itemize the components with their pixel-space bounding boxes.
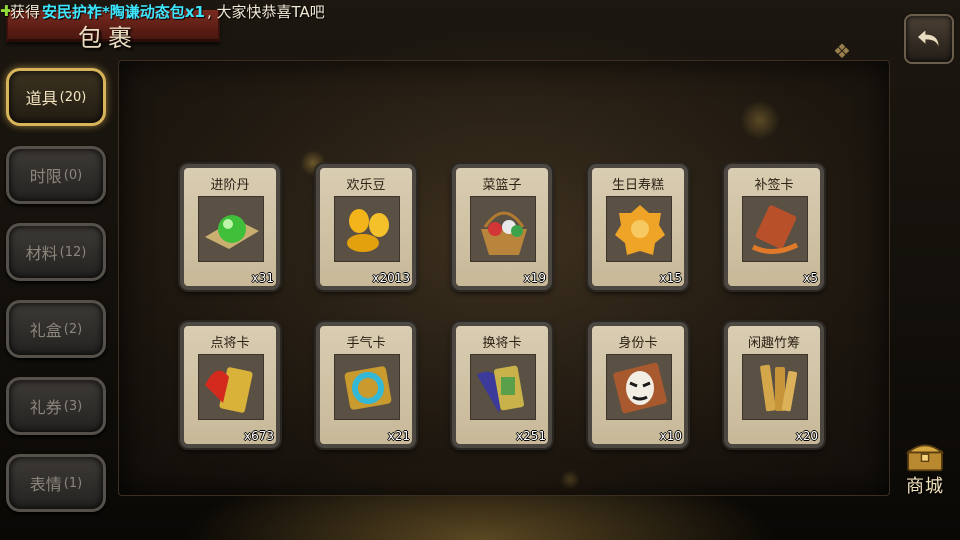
tab-timed[interactable]: 时限 (0) [6,146,106,204]
back-arrow-icon [916,27,940,50]
tab-gift-boxes[interactable]: 礼盒 (2) [6,300,106,358]
item-card-bamboo-tally[interactable]: 闲趣竹筹 x20 [724,322,824,448]
bamboo-tally-icon [742,354,808,420]
sign-in-card-icon [742,196,808,262]
item-quantity: x20 [795,429,818,443]
item-card-sign-in-card[interactable]: 补签卡 x5 [724,164,824,290]
item-card-birthday-cake[interactable]: 生日寿糕 x15 [588,164,688,290]
shop-label: 商城 [906,476,944,497]
tab-label: 材料 [25,244,58,263]
swap-general-card-icon [470,354,536,420]
item-card-swap-general[interactable]: 换将卡 x251 [452,322,552,448]
tab-label: 礼券 [29,398,62,417]
tab-emotes[interactable]: 表情 (1) [6,454,106,512]
item-card-general-pick[interactable]: 点将卡 x673 [180,322,280,448]
tab-count: (0) [63,167,83,183]
item-card-happy-beans[interactable]: 欢乐豆 x2013 [316,164,416,290]
item-quantity: x251 [515,429,546,443]
tab-label: 表情 [29,475,62,494]
tab-count: (1) [63,475,83,491]
item-name: 闲趣竹筹 [747,336,800,351]
tab-count: (3) [63,398,83,414]
broadcast-prefix: 获得 [10,2,41,21]
item-card-advance-pill[interactable]: 进阶丹 x31 [180,164,280,290]
vegetable-basket-icon [470,196,536,262]
tab-label: 时限 [29,167,62,186]
item-name: 换将卡 [482,336,522,351]
general-card-icon [198,354,264,420]
tab-count: (12) [59,244,87,260]
item-card-vegetable-basket[interactable]: 菜篮子 x19 [452,164,552,290]
item-quantity: x5 [803,271,818,285]
item-quantity: x21 [387,429,410,443]
treasure-chest-icon [905,444,945,472]
item-quantity: x2013 [372,271,410,285]
identity-mask-icon [606,354,672,420]
item-quantity: x15 [659,271,682,285]
tab-label: 礼盒 [29,321,62,340]
tab-props[interactable]: 道具 (20) [6,68,106,126]
item-name: 手气卡 [346,336,386,351]
tab-materials[interactable]: 材料 (12) [6,223,106,281]
item-name: 进阶丹 [210,178,250,193]
broadcast-bar: ✚ 获得 安民护祚*陶谦动态包x1 , 大家快恭喜TA吧 [0,0,900,22]
item-quantity: x19 [523,271,546,285]
broadcast-suffix: , 大家快恭喜TA吧 [206,2,325,21]
shop-button[interactable]: 商城 [896,440,954,498]
item-quantity: x10 [659,429,682,443]
broadcast-item-name: 安民护祚*陶谦动态包x1 [42,2,205,21]
tab-count: (20) [59,89,87,105]
gold-beans-icon [334,196,400,262]
back-button[interactable] [904,14,954,64]
green-pill-icon [198,196,264,262]
item-name: 欢乐豆 [346,178,386,193]
panel-ornament: ❖ [833,39,851,63]
luck-card-icon [334,354,400,420]
item-name: 生日寿糕 [611,178,664,193]
birthday-cake-icon [606,196,672,262]
backpack-screen: ✚ 获得 安民护祚*陶谦动态包x1 , 大家快恭喜TA吧 包裹 ❖ 道具 (20)… [0,0,960,540]
item-name: 菜篮子 [482,178,522,193]
page-title: 包裹 [78,24,138,52]
item-quantity: x673 [243,429,274,443]
item-name: 点将卡 [210,336,250,351]
broadcast-icon: ✚ [0,2,10,20]
tab-coupons[interactable]: 礼券 (3) [6,377,106,435]
tab-count: (2) [63,321,83,337]
item-card-luck-card[interactable]: 手气卡 x21 [316,322,416,448]
tab-label: 道具 [25,89,58,108]
item-card-identity-card[interactable]: 身份卡 x10 [588,322,688,448]
item-quantity: x31 [251,271,274,285]
item-name: 身份卡 [618,336,658,351]
item-name: 补签卡 [754,178,794,193]
